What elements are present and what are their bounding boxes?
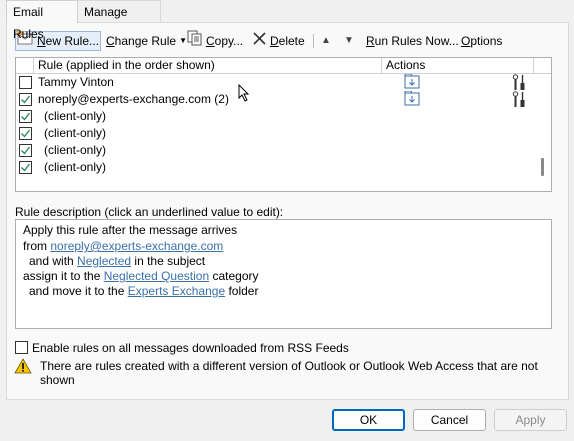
rule-name: (client-only) [44,126,107,140]
delete-x-icon [252,31,267,52]
checkmark-icon [21,129,31,138]
rule-name: (client-only) [44,143,107,157]
move-up-button[interactable]: ▲ [321,31,331,51]
warning-text-line1: There are rules created with a different… [40,359,538,373]
description-line: assign it to the Neglected Question cate… [23,269,258,283]
toolbar-separator [313,34,314,48]
rule-row[interactable]: (client-only) [16,108,536,125]
apply-button[interactable]: Apply [494,409,567,431]
move-down-button[interactable]: ▼ [344,31,354,51]
description-line: from noreply@experts-exchange.com [23,239,223,253]
rule-column-header[interactable]: Rule (applied in the order shown) [34,58,382,74]
category-link[interactable]: Neglected Question [104,269,209,283]
rule-description-box: Apply this rule after the message arrive… [15,219,552,329]
description-text: folder [225,284,259,298]
warning-icon [14,358,32,377]
new-rule-label: New Rule... [37,34,100,48]
description-text: assign it to the [23,269,104,283]
scrollbar-thumb[interactable] [541,158,544,176]
rule-enabled-checkbox[interactable] [19,161,32,174]
rule-row[interactable]: (client-only) [16,142,536,159]
rule-enabled-checkbox[interactable] [19,110,32,123]
description-text: in the subject [131,254,206,268]
warning-text-line2: shown [40,373,75,387]
copy-label: Copy... [206,34,244,48]
run-rules-now-button[interactable]: Run Rules Now... [366,31,459,51]
tab-email-rules[interactable]: Email Rules [6,0,78,41]
sender-address-link[interactable]: noreply@experts-exchange.com [50,239,223,253]
checkmark-icon [21,95,31,104]
run-rules-now-label: Run Rules Now... [366,34,459,48]
rule-row[interactable]: Tammy Vinton [16,73,536,91]
checkmark-icon [21,146,31,155]
mouse-cursor-icon [238,83,250,105]
dropdown-arrow-icon: ▼ [179,36,187,45]
change-rule-label: Change Rule [106,34,177,48]
description-text: and move it to the [29,284,128,298]
copy-icon [187,30,203,52]
rule-row[interactable]: (client-only) [16,125,536,142]
ok-button[interactable]: OK [332,409,405,431]
rss-rules-label[interactable]: Enable rules on all messages downloaded … [32,341,349,355]
rules-list[interactable]: Rule (applied in the order shown) Action… [15,57,552,192]
options-label: Options [461,34,503,48]
tab-manage-alerts[interactable]: Manage Alerts [77,0,161,41]
description-text: category [209,269,259,283]
arrow-down-icon: ▼ [344,35,354,46]
checkmark-icon [21,112,31,121]
cancel-button[interactable]: Cancel [413,409,486,431]
rule-description-label: Rule description (click an underlined va… [15,205,284,219]
options-button[interactable]: Options [461,31,502,51]
description-line: and with Neglected in the subject [29,254,205,268]
description-text: and with [29,254,78,268]
rule-enabled-checkbox[interactable] [19,127,32,140]
description-line: Apply this rule after the message arrive… [23,223,238,237]
checkbox-column-header [16,58,34,74]
rss-rules-checkbox[interactable] [15,341,28,354]
description-text: from [23,239,51,253]
scrollbar-header-corner [534,58,551,74]
rule-enabled-checkbox[interactable] [19,76,32,89]
checkmark-icon [21,163,31,172]
rule-row[interactable]: noreply@experts-exchange.com (2) [16,90,536,108]
delete-button[interactable]: Delete [252,31,305,51]
rule-enabled-checkbox[interactable] [19,93,32,106]
delete-label: Delete [270,34,305,48]
subject-words-link[interactable]: Neglected [77,254,131,268]
rule-enabled-checkbox[interactable] [19,144,32,157]
rule-name: (client-only) [44,160,107,174]
rule-name: noreply@experts-exchange.com (2) [38,92,229,106]
folder-link[interactable]: Experts Exchange [128,284,225,298]
rule-row[interactable]: (client-only) [16,159,536,176]
rule-name: (client-only) [44,109,107,123]
rule-name: Tammy Vinton [38,75,114,89]
description-line: and move it to the Experts Exchange fold… [29,284,258,298]
copy-button[interactable]: Copy... [187,30,244,52]
actions-column-header[interactable]: Actions [382,58,534,74]
change-rule-button[interactable]: Change Rule ▼ [106,31,187,51]
arrow-up-icon: ▲ [321,35,331,46]
